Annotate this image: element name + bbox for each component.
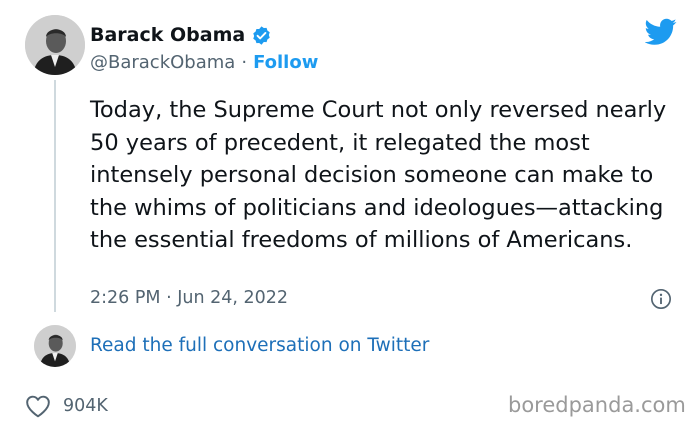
author-name-row: Barack Obama xyxy=(90,22,272,48)
watermark: boredpanda.com xyxy=(508,393,686,417)
author-name[interactable]: Barack Obama xyxy=(90,24,245,46)
follow-button[interactable]: Follow xyxy=(253,52,318,73)
tweet-timestamp[interactable]: 2:26 PM · Jun 24, 2022 xyxy=(90,288,288,308)
author-avatar[interactable] xyxy=(25,15,85,75)
author-avatar-image xyxy=(25,15,85,75)
thread-line xyxy=(54,80,56,312)
author-handle[interactable]: @BarackObama xyxy=(90,52,235,73)
info-icon[interactable] xyxy=(650,288,672,310)
heart-icon[interactable] xyxy=(25,394,51,418)
verified-badge-icon xyxy=(251,25,272,46)
read-conversation-link[interactable]: Read the full conversation on Twitter xyxy=(90,335,429,356)
conversation-avatar[interactable] xyxy=(34,325,76,367)
like-count: 904K xyxy=(63,396,108,416)
separator-dot: · xyxy=(241,51,248,73)
tweet-text: Today, the Supreme Court not only revers… xyxy=(90,97,667,253)
like-action[interactable]: 904K xyxy=(25,393,108,419)
author-handle-row: @BarackObama · Follow xyxy=(90,50,318,74)
twitter-bird-icon[interactable] xyxy=(644,18,677,46)
conversation-avatar-image xyxy=(34,325,76,367)
